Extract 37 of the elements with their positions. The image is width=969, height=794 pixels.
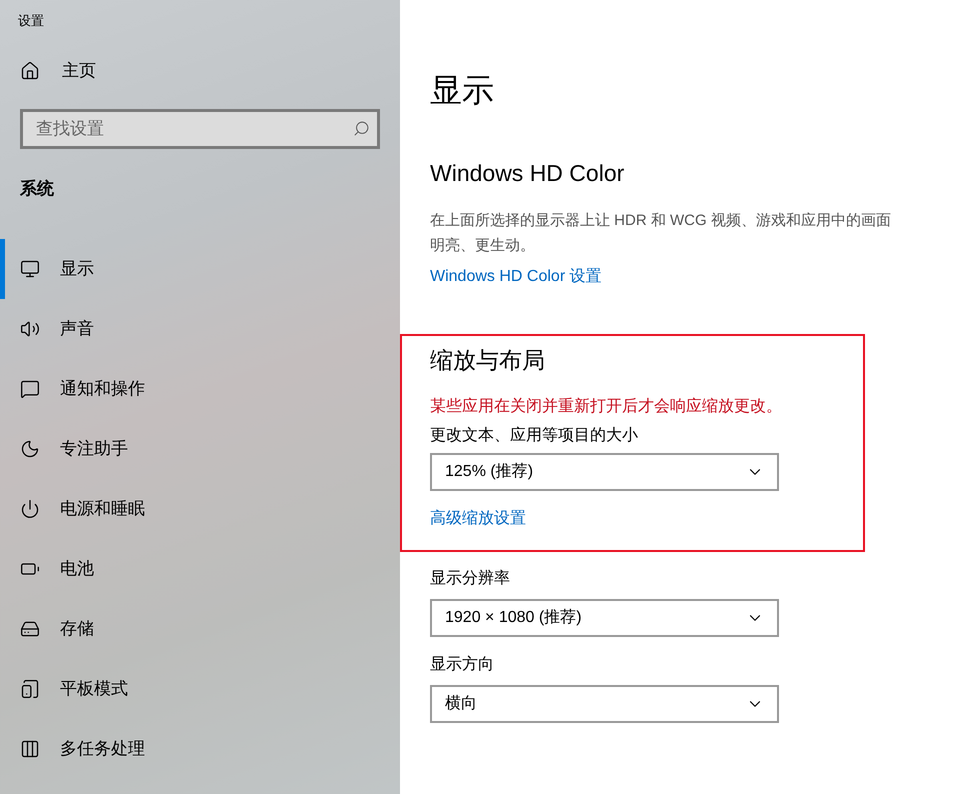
field-label: 显示方向 <box>430 654 494 675</box>
search-icon <box>353 120 370 137</box>
tablet-icon <box>20 679 40 699</box>
scale-dropdown[interactable]: 125% (推荐) <box>430 453 779 491</box>
speaker-icon <box>20 319 40 339</box>
nav-item[interactable]: 平板模式 <box>0 659 400 719</box>
nav-item[interactable]: 存储 <box>0 599 400 659</box>
nav-item[interactable]: 通知和操作 <box>0 359 400 419</box>
nav-item[interactable]: 电源和睡眠 <box>0 479 400 539</box>
advanced-scaling-link[interactable]: 高级缩放设置 <box>430 507 526 531</box>
field-label: 更改文本、应用等项目的大小 <box>430 426 638 446</box>
speech-bubble-icon <box>20 379 40 399</box>
nav-item[interactable]: 显示 <box>0 239 400 299</box>
window-title: 设置 <box>18 12 44 30</box>
home-link[interactable]: 主页 <box>0 58 96 84</box>
power-icon <box>20 499 40 519</box>
page-title: 显示 <box>430 71 494 110</box>
field-label: 显示分辨率 <box>430 568 510 589</box>
moon-icon <box>20 439 40 459</box>
hd-color-link[interactable]: Windows HD Color 设置 <box>430 264 602 290</box>
orientation-dropdown[interactable]: 横向 <box>430 685 779 723</box>
resolution-dropdown[interactable]: 1920 × 1080 (推荐) <box>430 599 779 637</box>
home-icon <box>20 61 40 81</box>
description-text: 明亮、更生动。 <box>430 236 535 256</box>
nav-item[interactable]: 多任务处理 <box>0 719 400 779</box>
section-heading: Windows HD Color <box>430 159 624 188</box>
search-field[interactable]: 查找设置 <box>20 109 380 149</box>
columns-icon <box>20 739 40 759</box>
warning-text: 某些应用在关闭并重新打开后才会响应缩放更改。 <box>430 396 782 417</box>
description-text: 在上面所选择的显示器上让 HDR 和 WCG 视频、游戏和应用中的画面 <box>430 211 891 231</box>
nav-item[interactable]: 声音 <box>0 299 400 359</box>
nav-item[interactable]: 专注助手 <box>0 419 400 479</box>
section-heading: 系统 <box>20 178 54 200</box>
nav-item[interactable]: 电池 <box>0 539 400 599</box>
section-heading: 缩放与布局 <box>430 346 545 375</box>
monitor-icon <box>20 259 40 279</box>
drive-icon <box>20 619 40 639</box>
